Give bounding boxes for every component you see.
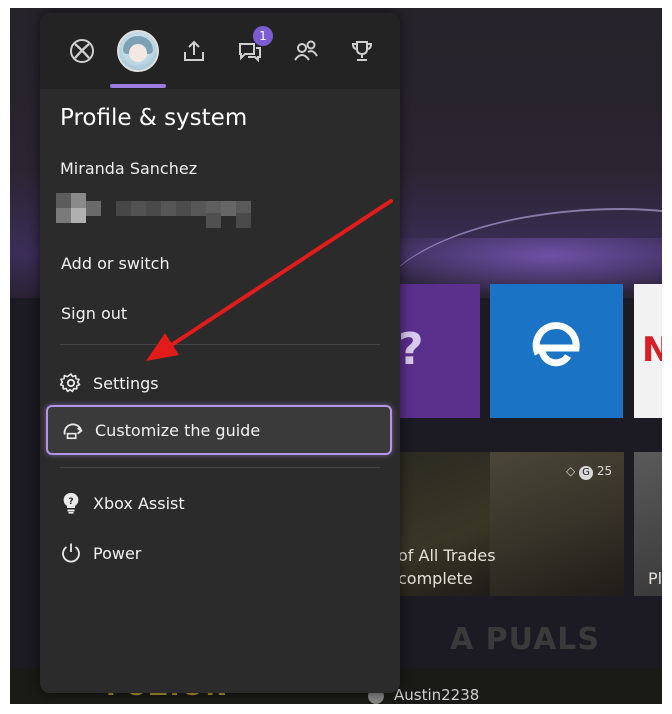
sign-out-label: Sign out [61, 303, 128, 323]
xbox-assist-button[interactable]: ? Xbox Assist [46, 479, 392, 527]
xbox-logo-icon [70, 39, 94, 63]
game-title-partial: Pl [648, 569, 662, 588]
tab-achievements[interactable] [339, 28, 385, 74]
people-icon [294, 40, 318, 61]
game-title-line2: complete [398, 569, 473, 588]
xbox-assist-label: Xbox Assist [93, 493, 185, 513]
gamerscore: ◇ G 25 [566, 464, 613, 480]
settings-label: Settings [93, 373, 159, 393]
friend-gamertag: Austin2238 [394, 686, 480, 704]
guide-panel: 1 Profile & system Miranda Sanchez Add o… [40, 13, 400, 693]
power-button[interactable]: Power [46, 529, 392, 577]
avatar [117, 30, 159, 72]
question-icon: ? [398, 324, 424, 375]
customize-guide-button[interactable]: Customize the guide [46, 405, 392, 455]
redacted-gamertag [54, 191, 254, 228]
customize-guide-label: Customize the guide [95, 420, 261, 440]
divider [60, 467, 380, 468]
settings-button[interactable]: Settings [46, 359, 392, 407]
edge-tile[interactable] [490, 284, 623, 418]
xbox-dashboard: ? N ◇ G 25 of All Trades complete Pl A P… [10, 8, 662, 704]
trophy-icon [351, 41, 373, 61]
lightbulb-icon: ? [60, 492, 82, 514]
guide-tab-bar: 1 [40, 13, 400, 89]
netflix-tile[interactable]: N [634, 284, 662, 418]
tab-people[interactable] [283, 28, 329, 74]
customize-guide-icon [62, 419, 84, 441]
power-icon [60, 542, 82, 564]
page-title: Profile & system [60, 105, 248, 131]
divider [60, 344, 380, 345]
sign-out-button[interactable]: Sign out [46, 289, 392, 337]
selected-tab-indicator [110, 84, 166, 88]
tab-profile[interactable] [115, 28, 161, 74]
watermark: A PUALS [450, 622, 601, 657]
edge-icon [532, 322, 580, 367]
add-or-switch-label: Add or switch [61, 253, 170, 273]
game-title-line1: of All Trades [398, 546, 496, 565]
share-icon [184, 40, 204, 61]
tab-share[interactable] [171, 28, 217, 74]
chat-badge: 1 [253, 26, 273, 46]
netflix-icon: N [642, 330, 662, 370]
tab-xbox[interactable] [59, 28, 105, 74]
gear-icon [60, 372, 82, 394]
add-or-switch-button[interactable]: Add or switch [46, 239, 392, 287]
svg-text:?: ? [68, 497, 73, 507]
user-name: Miranda Sanchez [60, 159, 198, 178]
power-label: Power [93, 543, 142, 563]
